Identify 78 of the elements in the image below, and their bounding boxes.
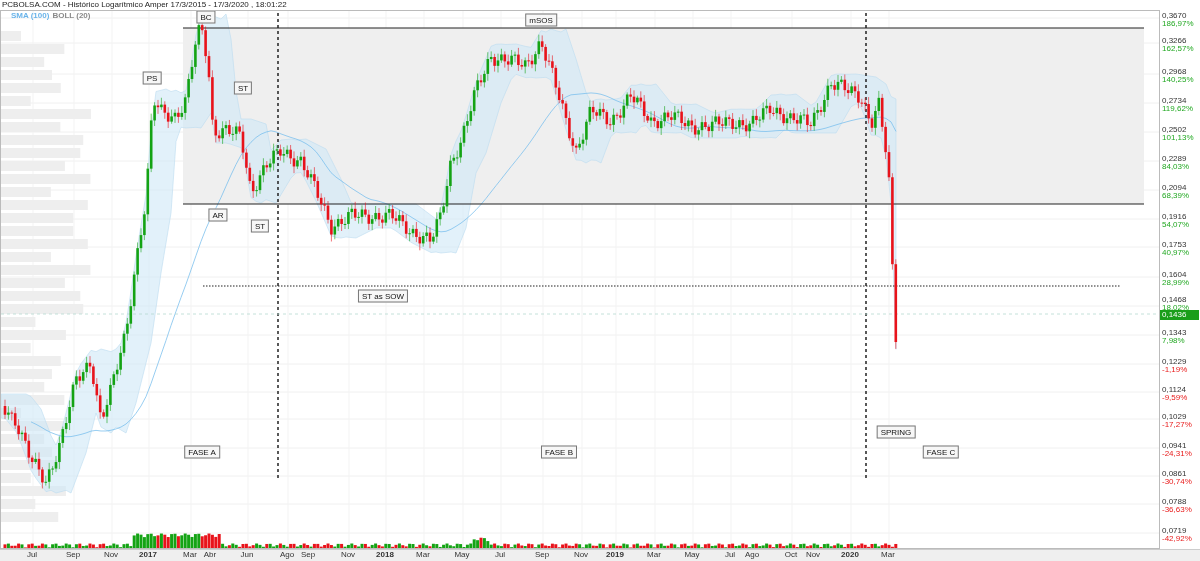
time-tick-label: Ago xyxy=(744,551,760,559)
time-tick-label: Mar xyxy=(881,551,895,559)
percent-change-label: -24,31% xyxy=(1162,450,1192,458)
percent-change-label: 68,39% xyxy=(1162,192,1190,200)
price-tick-label: 0,0861 xyxy=(1162,470,1187,478)
percent-change-label: 28,99% xyxy=(1162,279,1190,287)
percent-change-label: 119,62% xyxy=(1162,105,1193,113)
percent-change-label: -9,59% xyxy=(1162,394,1188,402)
price-tick-label: 0,2734 xyxy=(1162,97,1187,105)
price-tick-label: 0,1343 xyxy=(1162,329,1187,337)
annotation-label: ST as SOW xyxy=(357,289,409,303)
percent-change-label: -1,19% xyxy=(1162,366,1188,374)
price-tick-label: 0,1229 xyxy=(1162,358,1187,366)
time-tick-label: Sep xyxy=(300,551,316,559)
percent-change-label: 186,97% xyxy=(1162,20,1194,28)
price-tick-label: 0,0788 xyxy=(1162,498,1187,506)
price-tick-label: 0,1916 xyxy=(1162,213,1187,221)
time-tick-label: Jul xyxy=(26,551,38,559)
time-tick-label: Nov xyxy=(103,551,119,559)
percent-change-label: 140,25% xyxy=(1162,76,1194,84)
annotation-label: ST xyxy=(250,219,270,233)
current-price-badge: 0,1436 xyxy=(1160,310,1199,320)
percent-change-label: 54,07% xyxy=(1162,221,1190,229)
chart-title: PCBOLSA.COM - Histórico Logarítmico Amper 17/3/2015 - 17/3/2020 , 18:01:22 xyxy=(2,1,287,9)
time-tick-label: 2020 xyxy=(841,551,859,559)
indicator-label: SMA (100) xyxy=(11,12,50,20)
percent-change-label: 40,97% xyxy=(1162,249,1190,257)
time-tick-label: Nov xyxy=(340,551,356,559)
annotation-label: BC xyxy=(196,11,216,24)
time-tick-label: Nov xyxy=(573,551,589,559)
annotation-label: mSOS xyxy=(525,13,557,27)
percent-change-label: -42,92% xyxy=(1162,535,1192,543)
time-tick-label: 2018 xyxy=(376,551,394,559)
annotation-label: PS xyxy=(142,71,162,85)
price-tick-label: 0,1029 xyxy=(1162,413,1187,421)
time-tick-label: Ago xyxy=(279,551,295,559)
time-tick-label: Jul xyxy=(724,551,736,559)
time-tick-label: Jul xyxy=(494,551,506,559)
time-tick-label: May xyxy=(454,551,470,559)
time-tick-label: Sep xyxy=(65,551,81,559)
price-tick-label: 0,2094 xyxy=(1162,184,1187,192)
price-tick-label: 0,0719 xyxy=(1162,527,1187,535)
time-tick-label: Jun xyxy=(240,551,254,559)
percent-change-label: 162,57% xyxy=(1162,45,1194,53)
indicator-label: BOLL (20) xyxy=(52,12,91,20)
annotation-label: AR xyxy=(208,208,228,222)
time-tick-label: Mar xyxy=(183,551,197,559)
time-tick-label: May xyxy=(684,551,700,559)
price-tick-label: 0,3670 xyxy=(1162,12,1187,20)
percent-change-label: -36,63% xyxy=(1162,506,1192,514)
time-tick-label: Oct xyxy=(784,551,798,559)
percent-change-label: -17,27% xyxy=(1162,421,1192,429)
price-tick-label: 0,2289 xyxy=(1162,155,1187,163)
annotation-label: SPRING xyxy=(876,425,916,439)
time-tick-label: 2017 xyxy=(139,551,157,559)
price-tick-label: 0,2502 xyxy=(1162,126,1187,134)
time-tick-label: Mar xyxy=(647,551,661,559)
annotation-label: FASE B xyxy=(541,445,577,459)
time-tick-label: Abr xyxy=(203,551,217,559)
time-tick-label: Nov xyxy=(805,551,821,559)
percent-change-label: 7,98% xyxy=(1162,337,1185,345)
time-tick-label: Mar xyxy=(416,551,430,559)
price-tick-label: 0,1124 xyxy=(1162,386,1186,394)
price-tick-label: 0,0941 xyxy=(1162,442,1187,450)
time-tick-label: Sep xyxy=(534,551,550,559)
annotation-label: FASE A xyxy=(184,445,220,459)
annotation-label: ST xyxy=(233,81,253,95)
percent-change-label: -30,74% xyxy=(1162,478,1192,486)
percent-change-label: 101,13% xyxy=(1162,134,1194,142)
percent-change-label: 84,03% xyxy=(1162,163,1190,171)
price-tick-label: 0,3266 xyxy=(1162,37,1187,45)
price-tick-label: 0,1604 xyxy=(1162,271,1187,279)
percent-change-label: 18,02% xyxy=(1162,304,1190,312)
price-tick-label: 0,2968 xyxy=(1162,68,1187,76)
price-tick-label: 0,1753 xyxy=(1162,241,1187,249)
time-tick-label: 2019 xyxy=(606,551,624,559)
annotation-label: FASE C xyxy=(922,445,960,459)
price-tick-label: 0,1468 xyxy=(1162,296,1187,304)
